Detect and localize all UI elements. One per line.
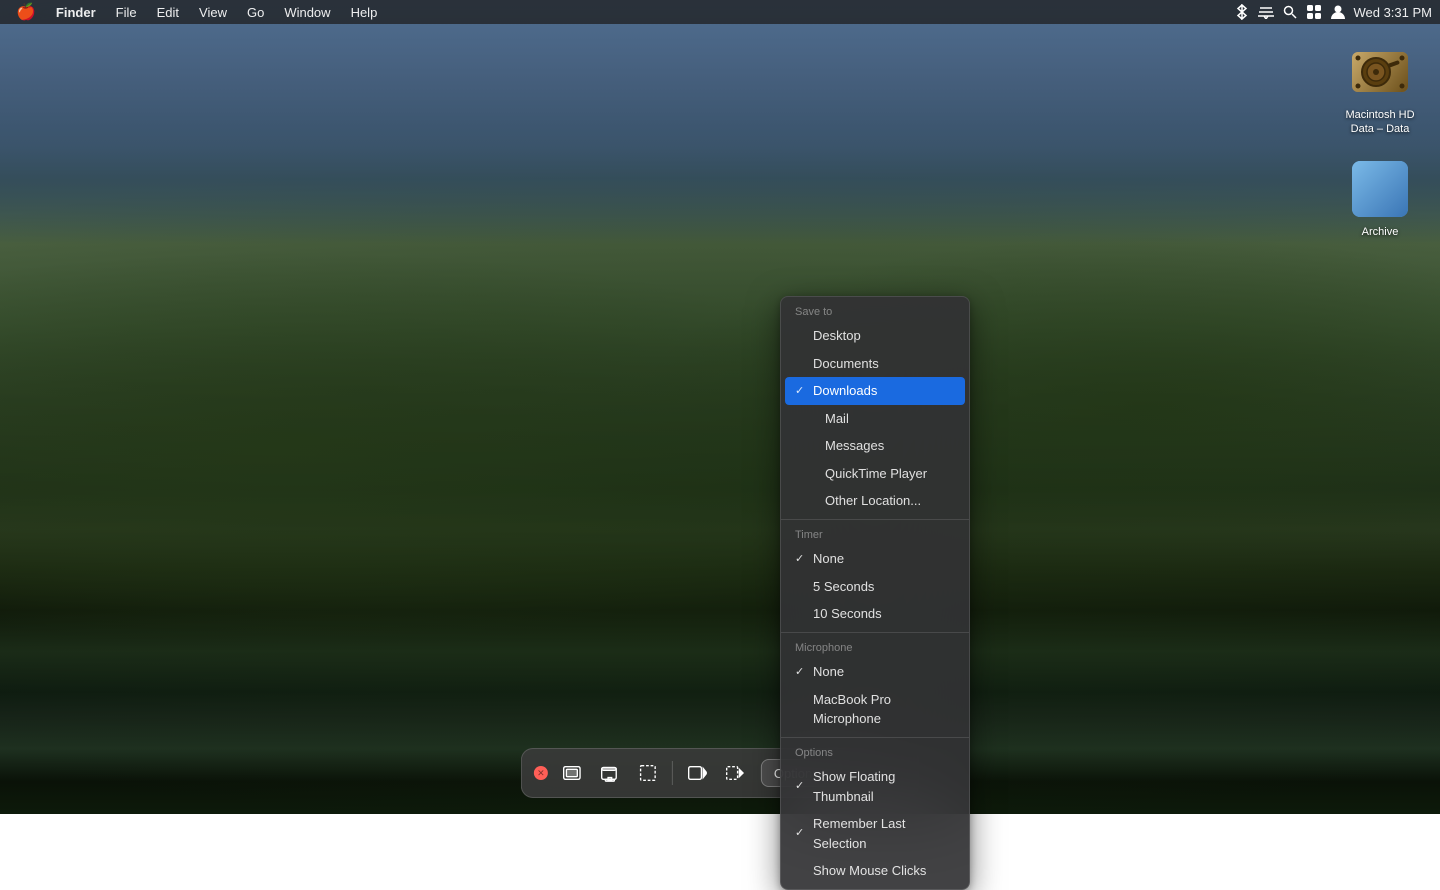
search-icon[interactable] <box>1281 3 1299 21</box>
airplay-icon[interactable] <box>1257 3 1275 21</box>
floating-check: ✓ <box>795 778 807 795</box>
menu-help[interactable]: Help <box>343 3 386 22</box>
context-menu: Save to Desktop Documents ✓ Downloads Ma… <box>780 296 970 890</box>
menu-remember-selection[interactable]: ✓ Remember Last Selection <box>781 810 969 857</box>
menu-window[interactable]: Window <box>276 3 338 22</box>
timer-label: Timer <box>781 524 969 545</box>
menubar-left: 🍎 Finder File Edit View Go Window Help <box>8 2 385 22</box>
menu-downloads[interactable]: ✓ Downloads <box>785 377 965 405</box>
remember-check: ✓ <box>795 825 807 842</box>
toolbar-separator-1 <box>672 761 673 785</box>
divider-2 <box>781 632 969 633</box>
toolbar-record-selection[interactable] <box>717 755 753 791</box>
menu-show-mouse[interactable]: Show Mouse Clicks <box>781 857 969 885</box>
mic-none-check: ✓ <box>795 664 807 681</box>
app-name[interactable]: Finder <box>48 3 104 22</box>
toolbar-capture-fullscreen[interactable] <box>554 755 590 791</box>
menu-go[interactable]: Go <box>239 3 272 22</box>
divider-3 <box>781 737 969 738</box>
menu-mic-macbook[interactable]: MacBook Pro Microphone <box>781 686 969 733</box>
menubar: 🍎 Finder File Edit View Go Window Help <box>0 0 1440 24</box>
menu-desktop[interactable]: Desktop <box>781 322 969 350</box>
save-to-label: Save to <box>781 301 969 322</box>
desktop-icons: Macintosh HDData – Data Archive <box>1340 40 1420 239</box>
toolbar-record-screen[interactable] <box>679 755 715 791</box>
menu-file[interactable]: File <box>108 3 145 22</box>
timer-none-check: ✓ <box>795 551 807 568</box>
microphone-label: Microphone <box>781 637 969 658</box>
toolbar-close-button[interactable]: ✕ <box>534 766 548 780</box>
desktop-landscape <box>0 0 1440 814</box>
archive-icon-image <box>1348 157 1412 221</box>
menu-floating-thumbnail[interactable]: ✓ Show Floating Thumbnail <box>781 763 969 810</box>
menu-view[interactable]: View <box>191 3 235 22</box>
menu-timer-none[interactable]: ✓ None <box>781 545 969 573</box>
bluetooth-icon[interactable] <box>1233 3 1251 21</box>
downloads-check: ✓ <box>795 383 807 400</box>
archive-icon-item[interactable]: Archive <box>1340 157 1420 239</box>
menu-quicktime[interactable]: QuickTime Player <box>781 460 969 488</box>
menu-timer-10[interactable]: 10 Seconds <box>781 600 969 628</box>
menu-documents[interactable]: Documents <box>781 350 969 378</box>
hd-icon-label: Macintosh HDData – Data <box>1345 108 1414 137</box>
menu-messages[interactable]: Messages <box>781 432 969 460</box>
menubar-right: Wed 3:31 PM <box>1233 3 1432 21</box>
menu-mic-none[interactable]: ✓ None <box>781 658 969 686</box>
menu-mail[interactable]: Mail <box>781 405 969 433</box>
apple-menu[interactable]: 🍎 <box>8 2 44 22</box>
hd-icon-item[interactable]: Macintosh HDData – Data <box>1340 40 1420 137</box>
options-label: Options <box>781 742 969 763</box>
hd-icon-image <box>1348 40 1412 104</box>
menu-other-location[interactable]: Other Location... <box>781 487 969 515</box>
menubar-time: Wed 3:31 PM <box>1353 5 1432 20</box>
toolbar-capture-window[interactable] <box>592 755 628 791</box>
toolbar-capture-selection[interactable] <box>630 755 666 791</box>
user-icon[interactable] <box>1329 3 1347 21</box>
control-center-icon[interactable] <box>1305 3 1323 21</box>
menu-timer-5[interactable]: 5 Seconds <box>781 573 969 601</box>
menu-edit[interactable]: Edit <box>149 3 187 22</box>
archive-icon-label: Archive <box>1362 225 1399 239</box>
divider-1 <box>781 519 969 520</box>
